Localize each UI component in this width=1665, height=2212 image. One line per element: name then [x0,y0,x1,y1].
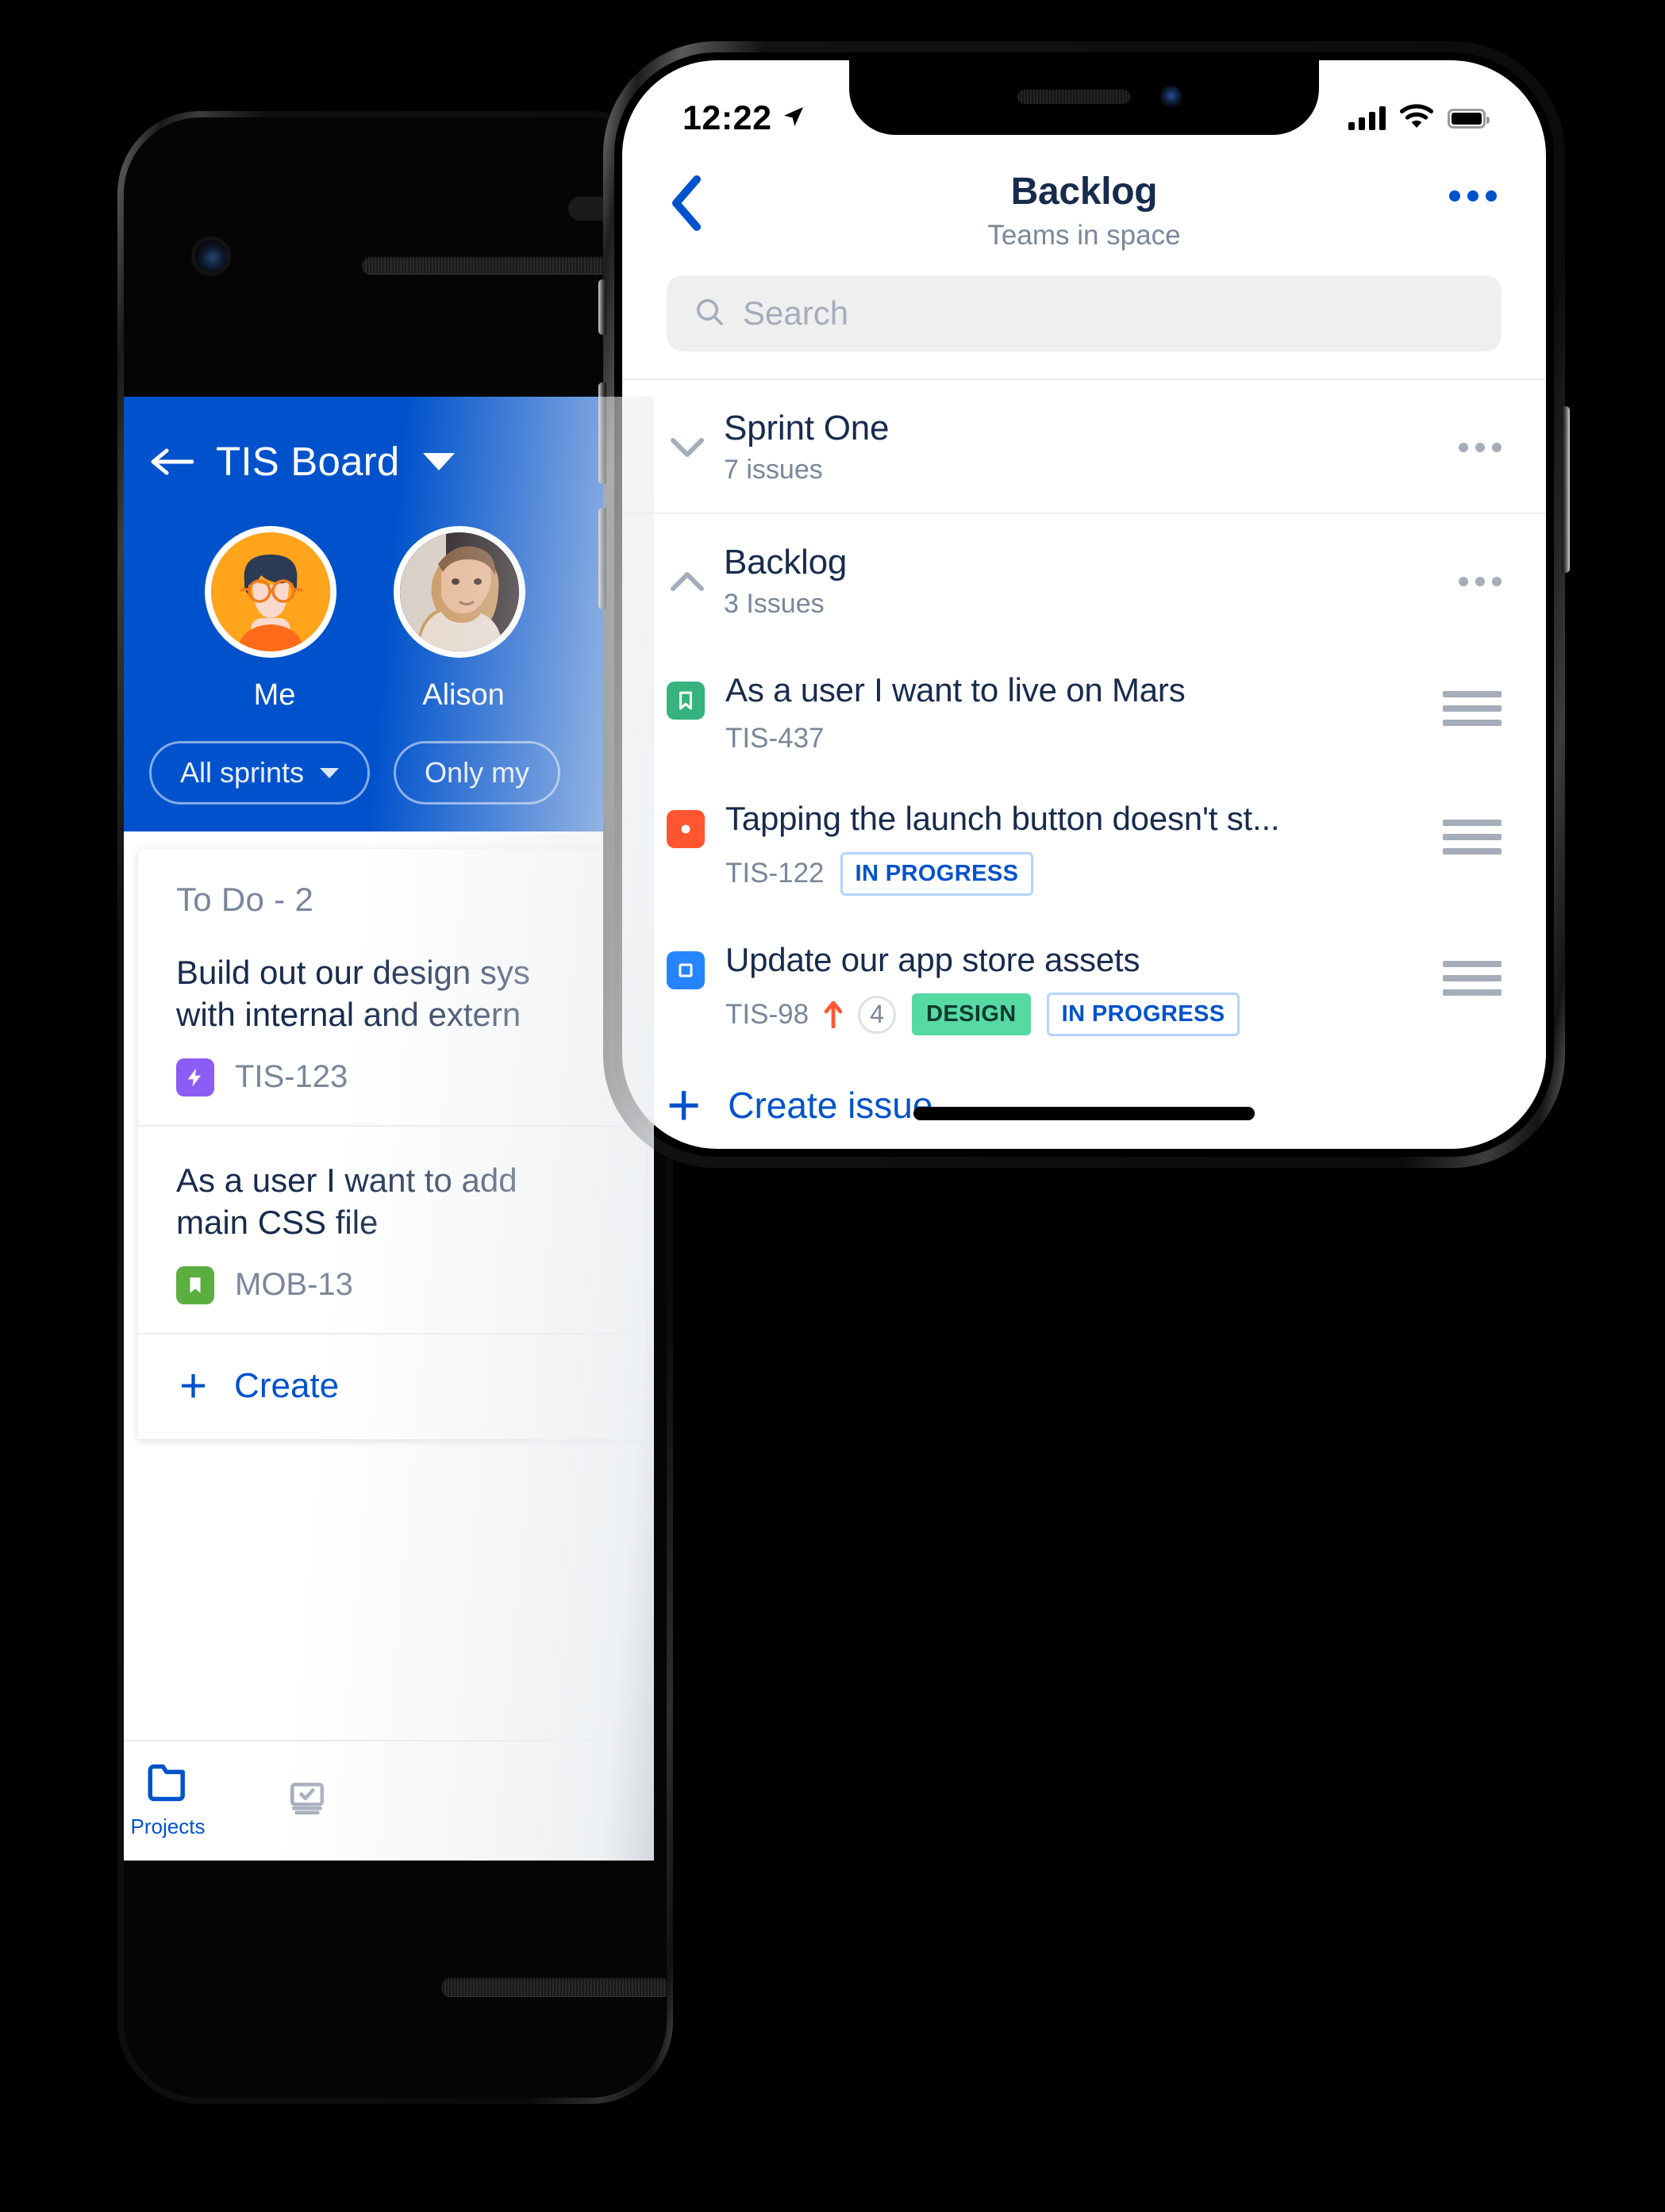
tab-projects[interactable]: Projects [124,1742,237,1861]
create-label: Create [234,1365,340,1405]
circle-icon [667,810,705,849]
chevron-up-icon[interactable] [667,571,708,592]
bottom-speaker [441,1977,667,1996]
home-indicator[interactable] [913,1107,1255,1120]
front-camera-icon [195,240,227,272]
wifi-icon [1400,103,1433,133]
issues-icon [286,1780,329,1823]
plus-icon: + [179,1358,208,1412]
navbar: Backlog Teams in space [622,148,1546,252]
epic-icon [176,1058,214,1096]
back-phone-tabbar: Projects [124,1740,654,1861]
card-title-line2: with internal and extern [176,995,521,1033]
earpiece-speaker [362,256,624,274]
estimate-badge: 4 [858,995,897,1034]
arrow-up-icon [824,1000,843,1029]
board-column: To Do - 2 Build out our design sys with … [138,849,646,1439]
caret-down-icon[interactable] [423,452,456,470]
front-camera-icon [1160,86,1182,108]
search-bar-container: Search [622,252,1546,380]
board-avatars: Me Alison [124,485,654,712]
issue-key: TIS-437 [725,723,825,755]
back-phone-device: TIS Board Me Alison All sprints Only my … [117,111,675,2104]
create-issue-button[interactable]: + Create issue [622,1057,1546,1149]
drag-handle-icon[interactable] [1443,820,1502,855]
status-badge: IN PROGRESS [1046,993,1240,1037]
filter-all-sprints[interactable]: All sprints [149,741,371,805]
avatar [394,526,525,658]
tab-label: Projects [130,1815,206,1838]
notch [849,60,1319,135]
page-subtitle: Teams in space [987,220,1181,251]
screenshot-stage: TIS Board Me Alison All sprints Only my … [0,0,1665,2212]
status-time: 12:22 [683,98,772,137]
avatar-name: Me [253,678,296,712]
search-placeholder: Search [743,294,849,332]
create-issue-label: Create issue [728,1085,933,1127]
issue-row[interactable]: Update our app store assets TIS-98 4 DES… [622,916,1546,1057]
board-title: TIS Board [216,439,400,484]
issue-title: Update our app store assets [725,940,1140,978]
chevron-down-icon[interactable] [667,437,708,458]
avatar-alison[interactable]: Alison [394,526,533,712]
board-card[interactable]: Build out our design sys with internal a… [138,919,646,1127]
board-card[interactable]: As a user I want to add main CSS file MO… [138,1127,646,1334]
issue-key: TIS-122 [725,858,825,889]
issue-title: As a user I want to live on Mars [725,671,1186,709]
column-title: To Do - 2 [176,881,314,918]
chevron-down-icon [320,767,340,778]
status-badge: IN PROGRESS [840,851,1034,896]
chevron-left-icon[interactable] [670,175,705,236]
avatar [205,526,336,658]
section-name: Sprint One [724,409,890,447]
search-icon [694,296,725,332]
more-horizontal-icon[interactable] [1459,576,1502,586]
filter-label: All sprints [180,756,305,789]
board-filters: All sprints Only my [124,712,654,805]
card-title-line1: As a user I want to add [176,1161,517,1199]
filter-only-my[interactable]: Only my [394,741,561,805]
issue-row[interactable]: Tapping the launch button doesn't st... … [622,775,1546,916]
battery-full-icon [1448,108,1490,129]
signal-bars-icon [1348,106,1386,130]
card-title-line2: main CSS file [176,1203,379,1241]
drag-handle-icon[interactable] [1443,960,1502,996]
arrow-left-icon[interactable] [149,446,194,478]
back-phone-screen: TIS Board Me Alison All sprints Only my … [124,397,654,1861]
folder-icon [145,1763,191,1807]
plus-icon: + [667,1072,702,1139]
earpiece-speaker [1017,90,1130,104]
board-header: TIS Board Me Alison All sprints Only my [124,397,654,831]
bookmark-icon [667,682,705,720]
section-header-backlog[interactable]: Backlog 3 Issues [622,514,1546,647]
filter-label: Only my [425,756,530,789]
card-key: TIS-123 [235,1059,348,1095]
more-horizontal-icon[interactable] [1459,442,1502,452]
section-name: Backlog [724,543,848,582]
issue-key: TIS-98 [725,998,809,1030]
issue-title: Tapping the launch button doesn't st... [725,800,1280,838]
page-title: Backlog [1010,171,1158,213]
search-input[interactable]: Search [667,275,1502,351]
story-icon [176,1265,214,1304]
card-title-line1: Build out our design sys [176,954,530,991]
location-arrow-icon [781,99,806,138]
tab-issues[interactable] [237,1742,376,1861]
issue-row[interactable]: As a user I want to live on Mars TIS-437 [622,647,1546,775]
card-key: MOB-13 [235,1267,353,1303]
section-count: 7 issues [724,455,823,485]
section-count: 3 Issues [724,589,825,619]
front-phone-device: 12:22 Backlog Teams in space Search Spri… [598,41,1570,1168]
label-badge: DESIGN [912,993,1031,1036]
drag-handle-icon[interactable] [1443,691,1502,726]
section-header-sprint-one[interactable]: Sprint One 7 issues [622,380,1546,514]
create-card-button[interactable]: + Create [138,1334,646,1439]
avatar-me[interactable]: Me [205,526,344,712]
front-phone-screen: 12:22 Backlog Teams in space Search Spri… [622,60,1546,1149]
avatar-name: Alison [422,678,505,712]
square-icon [667,950,705,989]
more-horizontal-icon[interactable] [1449,190,1497,202]
